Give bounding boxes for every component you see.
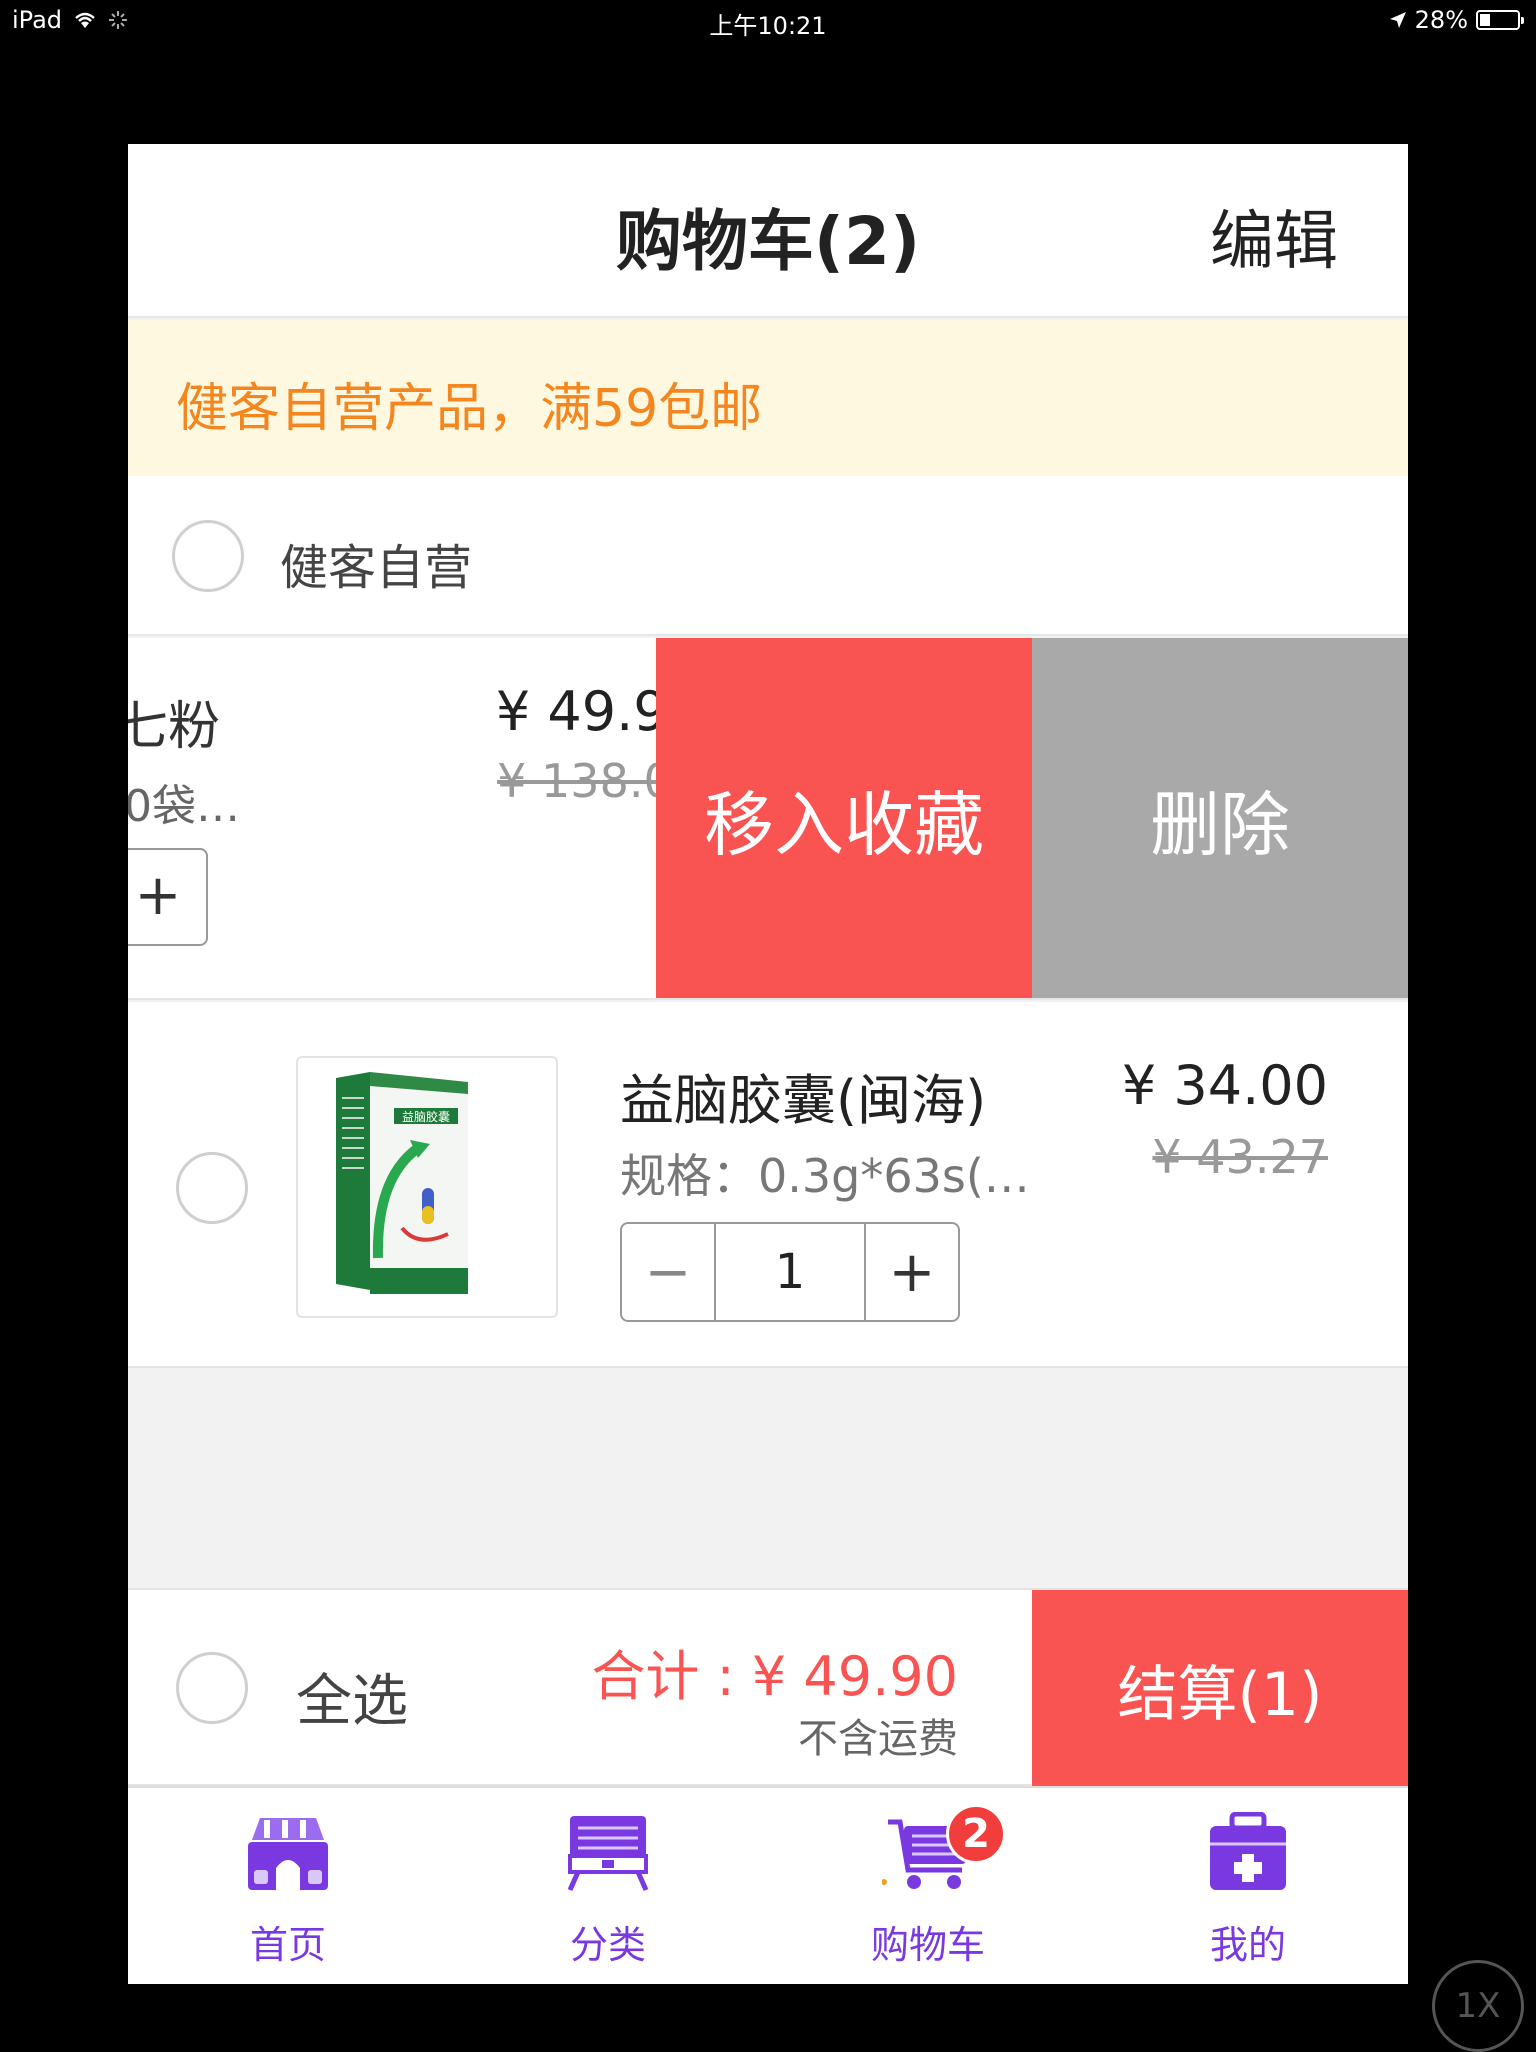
tab-category[interactable]: 分类 [448,1788,768,1984]
item1-name: 七粉 [128,697,221,757]
store-header: 健客自营 [128,476,1408,636]
tab-cart[interactable]: 2 购物车 [768,1788,1088,1984]
box-label: 益脑胶囊 [402,1109,450,1124]
delete-button[interactable]: 删除 [1032,638,1408,998]
navbar: 购物车(2) 编辑 [128,144,1408,318]
quantity-plus-button[interactable]: + [864,1224,958,1320]
store-select-radio[interactable] [172,520,244,592]
select-all-label[interactable]: 全选 [296,1656,408,1737]
tab-category-label: 分类 [569,1923,646,1967]
tab-home-label: 首页 [249,1923,326,1967]
status-time: 上午10:21 [709,12,827,40]
item1-quantity-plus-button[interactable]: + [128,848,208,946]
item1-price: ¥ 49.90 [495,680,702,743]
status-bar: iPad 上午10:21 28% [0,0,1536,42]
cart-item: 益脑胶囊 益脑胶囊(闽海) 规格：0.3g*63s(… ¥ 34.00 ¥ 43… [128,1002,1408,1368]
item2-original-price: ¥ 43.27 [1152,1130,1328,1184]
product-thumbnail[interactable]: 益脑胶囊 [296,1056,558,1318]
medkit-icon [1210,1812,1286,1890]
item2-spec: 规格：0.3g*63s(… [620,1149,1030,1203]
item1-spec: 0袋… [128,781,240,832]
total-price: 合计 : ¥ 49.90 [591,1645,958,1708]
tab-home[interactable]: 首页 [128,1788,448,1984]
tab-profile-label: 我的 [1209,1923,1286,1967]
battery-percent: 28% [1414,6,1468,34]
battery-icon [1476,10,1524,30]
checkout-button[interactable]: 结算(1) [1032,1590,1408,1788]
category-icon [567,1816,649,1892]
store-name: 健客自营 [280,540,473,596]
move-to-favorites-button[interactable]: 移入收藏 [656,638,1032,998]
tab-cart-label: 购物车 [870,1923,985,1967]
status-right: 28% [1389,6,1524,34]
quantity-stepper: − 1 + [620,1222,960,1322]
item2-select-radio[interactable] [176,1152,248,1224]
quantity-value[interactable]: 1 [716,1224,864,1320]
cart-badge: 2 [946,1804,1006,1864]
tab-profile[interactable]: 我的 [1088,1788,1408,1984]
shipping-note: 不含运费 [798,1716,958,1762]
home-store-icon [248,1818,328,1890]
item2-price: ¥ 34.00 [1121,1054,1328,1117]
location-arrow-icon [1389,12,1406,28]
quantity-minus-button[interactable]: − [622,1224,716,1320]
edit-button[interactable]: 编辑 [1210,190,1338,282]
tab-bar: 首页 分类 2 购物车 我的 [128,1786,1408,1984]
zoom-indicator-button[interactable]: 1X [1432,1960,1524,2052]
shipping-notice-text: 健客自营产品，满59包邮 [176,379,763,439]
item1-original-price: ¥ 138.00 [497,754,702,808]
cart-app: 购物车(2) 编辑 健客自营产品，满59包邮 健客自营 七粉 0袋… ¥ 49.… [128,144,1408,1984]
shipping-notice-banner: 健客自营产品，满59包邮 [128,320,1408,476]
checkout-bar: 全选 合计 : ¥ 49.90 不含运费 结算(1) [128,1588,1408,1788]
medicine-box-image: 益脑胶囊 [336,1072,468,1294]
cart-item-swiped: 七粉 0袋… ¥ 49.90 ¥ 138.00 + 移入收藏 删除 [128,638,1408,1000]
select-all-radio[interactable] [176,1652,248,1724]
item2-name[interactable]: 益脑胶囊(闽海) [620,1056,986,1135]
